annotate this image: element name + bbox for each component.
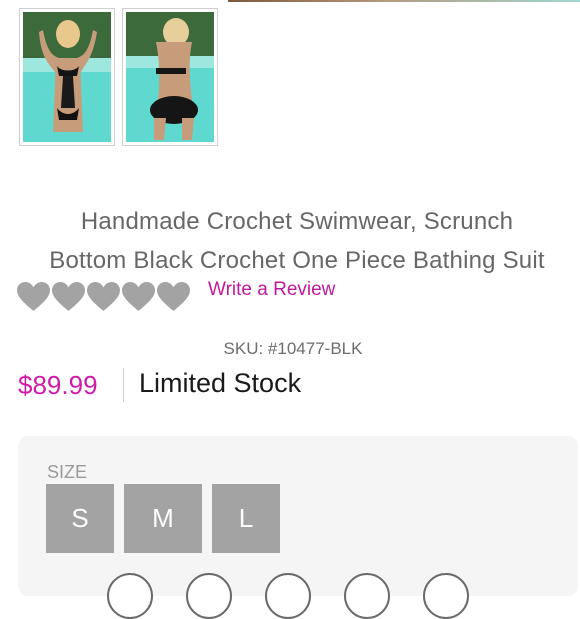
product-title-line-2: Bottom Black Crochet One Piece Bathing S…	[49, 247, 545, 274]
heart-icon	[17, 282, 50, 311]
write-review-link[interactable]: Write a Review	[208, 279, 335, 301]
thumbnail-front[interactable]	[19, 8, 115, 146]
product-title: Handmade Crochet Swimwear, Scrunch Botto…	[22, 202, 572, 280]
stock-status: Limited Stock	[139, 368, 302, 398]
heart-icon	[157, 282, 190, 311]
sku-label: SKU: #10477-BLK	[223, 339, 363, 358]
price-divider	[123, 368, 124, 402]
heart-icon	[52, 282, 85, 311]
size-option-m[interactable]: M	[124, 484, 202, 553]
product-title-line-1: Handmade Crochet Swimwear, Scrunch	[80, 208, 514, 235]
thumbnail-front-image	[23, 12, 111, 142]
size-option-l[interactable]: L	[212, 484, 280, 553]
thumbnail-back[interactable]	[122, 8, 218, 146]
price: $89.99	[18, 370, 98, 400]
heart-icon	[122, 282, 155, 311]
main-image-edge	[228, 0, 580, 2]
star-rating	[17, 282, 190, 312]
size-label: SIZE	[47, 462, 88, 482]
thumbnail-back-image	[126, 12, 214, 142]
size-option-s[interactable]: S	[46, 484, 114, 553]
heart-icon	[87, 282, 120, 311]
